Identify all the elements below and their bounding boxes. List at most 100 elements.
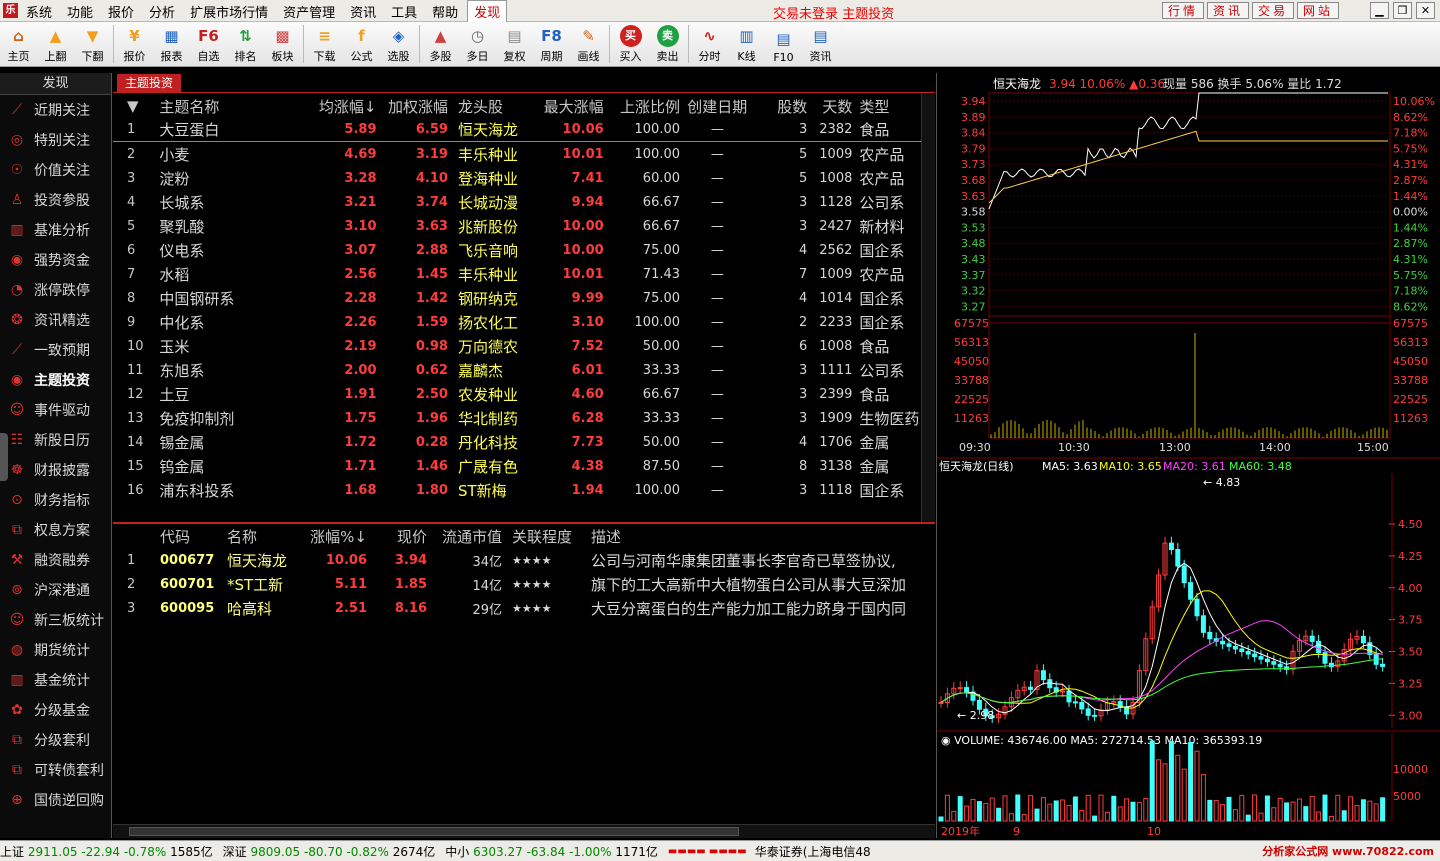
minimize-icon[interactable]: ▁ [1370, 2, 1389, 19]
toolbar-button-5[interactable]: ▦ 报表 [153, 21, 190, 66]
column-header[interactable]: 主题名称 [154, 96, 262, 117]
menu-4[interactable]: 扩展市场行情 [190, 2, 268, 21]
sidebar-item-23[interactable]: ⊕ 国债逆回购 [0, 785, 111, 815]
toolbar-button-16[interactable]: ▤ 复权 [496, 21, 533, 66]
sidebar-item-19[interactable]: ▥ 基金统计 [0, 665, 111, 695]
table-row[interactable]: 10 玉米 2.19 0.98 万向德农 7.52 50.00 — 6 1008 食品 [113, 334, 921, 358]
column-header[interactable]: 加权涨幅 [380, 96, 451, 117]
close-icon[interactable]: ✕ [1416, 2, 1435, 19]
table-row[interactable]: 2 小麦 4.69 3.19 丰乐种业 10.01 100.00 — 5 1009 农产品 [113, 142, 921, 166]
table-row[interactable]: 3 600095 哈高科 2.51 8.16 29亿 ★★★★ 大豆分离蛋白的生产能力加工能力… [113, 596, 935, 620]
column-header[interactable]: 最大涨幅 [526, 96, 606, 117]
chart-canvas[interactable]: 恒天海龙 3.94 10.06% ▲0.36现量 586 换手 5.06% 量比 … [937, 73, 1440, 838]
column-header[interactable]: 关联程度 [502, 526, 591, 547]
table-row[interactable]: 11 东旭系 2.00 0.62 嘉麟杰 6.01 33.33 — 3 1111 公司系 [113, 358, 921, 382]
toolbar-button-24[interactable]: ▥ K线 [728, 21, 765, 66]
vertical-scrollbar[interactable] [921, 94, 935, 522]
toolbar-button-14[interactable]: ▲ 多股 [422, 21, 459, 66]
toolbar-button-15[interactable]: ◷ 多日 [459, 21, 496, 66]
menu-5[interactable]: 资产管理 [283, 2, 335, 21]
collapse-sidebar-handle[interactable] [0, 433, 8, 481]
table-row[interactable]: 8 中国钢研系 2.28 1.42 钢研纳克 9.99 75.00 — 4 1014 国企系 [113, 286, 921, 310]
quick-link-2[interactable]: 交易 [1252, 2, 1295, 19]
sidebar-item-14[interactable]: ⧉ 权息方案 [0, 515, 111, 545]
toolbar-button-6[interactable]: F6 自选 [190, 21, 227, 66]
table-row[interactable]: 1 大豆蛋白 5.89 6.59 恒天海龙 10.06 100.00 — 3 2382 食品 [113, 118, 921, 142]
toolbar-button-4[interactable]: ¥ 报价 [116, 21, 153, 66]
sidebar-item-2[interactable]: ☉ 价值关注 [0, 155, 111, 185]
table-row[interactable]: 13 免疫抑制剂 1.75 1.96 华北制药 6.28 33.33 — 3 1909 生物医药 [113, 406, 921, 430]
sidebar-item-20[interactable]: ✿ 分级基金 [0, 695, 111, 725]
column-header[interactable]: 涨幅%↓ [307, 526, 367, 547]
sidebar-item-9[interactable]: ◉ 主题投资 [0, 365, 111, 395]
table-row[interactable]: 7 水稻 2.56 1.45 丰乐种业 10.01 71.43 — 7 1009 农产品 [113, 262, 921, 286]
toolbar-button-20[interactable]: 买买入 [612, 21, 649, 66]
sidebar-item-1[interactable]: ◎ 特别关注 [0, 125, 111, 155]
sidebar-item-10[interactable]: ☺ 事件驱动 [0, 395, 111, 425]
toolbar-button-10[interactable]: ≡ 下载 [306, 21, 343, 66]
sidebar-item-13[interactable]: ⊙ 财务指标 [0, 485, 111, 515]
table-row[interactable]: 4 长城系 3.21 3.74 长城动漫 9.94 66.67 — 3 1128 公司系 [113, 190, 921, 214]
sidebar-item-6[interactable]: ◔ 涨停跌停 [0, 275, 111, 305]
menu-7[interactable]: 工具 [391, 2, 417, 21]
sidebar-item-4[interactable]: ▥ 基准分析 [0, 215, 111, 245]
table-row[interactable]: 2 600701 *ST工新 5.11 1.85 14亿 ★★★★ 旗下的工大高新中大植物蛋白… [113, 572, 935, 596]
toolbar-button-11[interactable]: f 公式 [343, 21, 380, 66]
table-row[interactable]: 16 浦东科投系 1.68 1.80 ST新梅 1.94 100.00 — 3 1118 国企系 [113, 478, 921, 502]
tab-theme-invest[interactable]: 主题投资 [117, 74, 182, 93]
column-header[interactable]: 龙头股 [451, 96, 526, 117]
sidebar-item-12[interactable]: ☸ 财报披露 [0, 455, 111, 485]
menu-3[interactable]: 分析 [149, 2, 175, 21]
column-header[interactable]: 类型 [852, 96, 921, 117]
sidebar-item-0[interactable]: ⟋ 近期关注 [0, 95, 111, 125]
sidebar-item-17[interactable]: ☺ 新三板统计 [0, 605, 111, 635]
scroll-thumb[interactable] [129, 827, 739, 836]
table-row[interactable]: 9 中化系 2.26 1.59 扬农化工 3.10 100.00 — 2 2233 国企系 [113, 310, 921, 334]
toolbar-button-0[interactable]: ⌂ 主页 [0, 21, 37, 66]
menu-0[interactable]: 系统 [26, 2, 52, 21]
column-header[interactable]: 创建日期 [686, 96, 749, 117]
sidebar-item-15[interactable]: ⚒ 融资融券 [0, 545, 111, 575]
toolbar-button-17[interactable]: F8 周期 [533, 21, 570, 66]
column-header[interactable]: 流通市值 [427, 526, 502, 547]
table-row[interactable]: 6 仪电系 3.07 2.88 飞乐音响 10.00 75.00 — 4 2562 国企系 [113, 238, 921, 262]
toolbar-button-1[interactable]: ▲ 上翻 [37, 21, 74, 66]
toolbar-button-7[interactable]: ⇅ 排名 [227, 21, 264, 66]
sidebar-item-11[interactable]: ☷ 新股日历 [0, 425, 111, 455]
index-quote[interactable]: 中小 6303.27 -63.84 -1.00% 1171亿 [445, 843, 658, 860]
sidebar-item-21[interactable]: ⧉ 分级套利 [0, 725, 111, 755]
column-header[interactable]: 上涨比例 [607, 96, 686, 117]
sidebar-item-8[interactable]: ⟋ 一致预期 [0, 335, 111, 365]
menu-1[interactable]: 功能 [67, 2, 93, 21]
index-quote[interactable]: 上证 2911.05 -22.94 -0.78% 1585亿 [0, 843, 213, 860]
column-header[interactable]: 名称 [227, 526, 307, 547]
column-header[interactable]: 天数 [811, 96, 852, 117]
broker-connection[interactable]: 华泰证券(上海电信48 [755, 843, 871, 860]
toolbar-button-21[interactable]: 卖卖出 [649, 21, 686, 66]
sidebar-item-3[interactable]: ♙ 投资参股 [0, 185, 111, 215]
column-header[interactable]: 现价 [367, 526, 427, 547]
toolbar-button-26[interactable]: ▤ 资讯 [802, 21, 839, 66]
menu-2[interactable]: 报价 [108, 2, 134, 21]
restore-icon[interactable]: ❐ [1393, 2, 1412, 19]
sidebar-item-7[interactable]: ❂ 资讯精选 [0, 305, 111, 335]
column-header[interactable]: 股数 [749, 96, 812, 117]
table-row[interactable]: 3 淀粉 3.28 4.10 登海种业 7.41 60.00 — 5 1008 农产品 [113, 166, 921, 190]
toolbar-button-2[interactable]: ▼ 下翻 [74, 21, 111, 66]
table-row[interactable]: 1 000677 恒天海龙 10.06 3.94 34亿 ★★★★ 公司与河南华康集团董事长李… [113, 548, 935, 572]
sidebar-item-22[interactable]: ⧉ 可转债套利 [0, 755, 111, 785]
table-row[interactable]: 5 聚乳酸 3.10 3.63 兆新股份 10.00 66.67 — 3 2427 新材料 [113, 214, 921, 238]
menu-8[interactable]: 帮助 [432, 2, 458, 21]
sidebar-item-16[interactable]: ⊚ 沪深港通 [0, 575, 111, 605]
table-row[interactable]: 15 钨金属 1.71 1.46 广晟有色 4.38 87.50 — 8 3138 金属 [113, 454, 921, 478]
toolbar-button-18[interactable]: ✎ 画线 [570, 21, 607, 66]
sidebar-item-18[interactable]: ◍ 期货统计 [0, 635, 111, 665]
toolbar-button-23[interactable]: ∿ 分时 [691, 21, 728, 66]
sidebar-item-5[interactable]: ◉ 强势资金 [0, 245, 111, 275]
column-header[interactable]: 均涨幅↓ [262, 96, 379, 117]
quick-link-3[interactable]: 网站 [1297, 2, 1340, 19]
column-header[interactable]: 描述 [591, 526, 927, 547]
toolbar-button-25[interactable]: ▤ F10 [765, 21, 802, 66]
sort-menu-icon[interactable]: ▼ [113, 97, 154, 115]
table-row[interactable]: 14 锡金属 1.72 0.28 丹化科技 7.73 50.00 — 4 1706 金属 [113, 430, 921, 454]
